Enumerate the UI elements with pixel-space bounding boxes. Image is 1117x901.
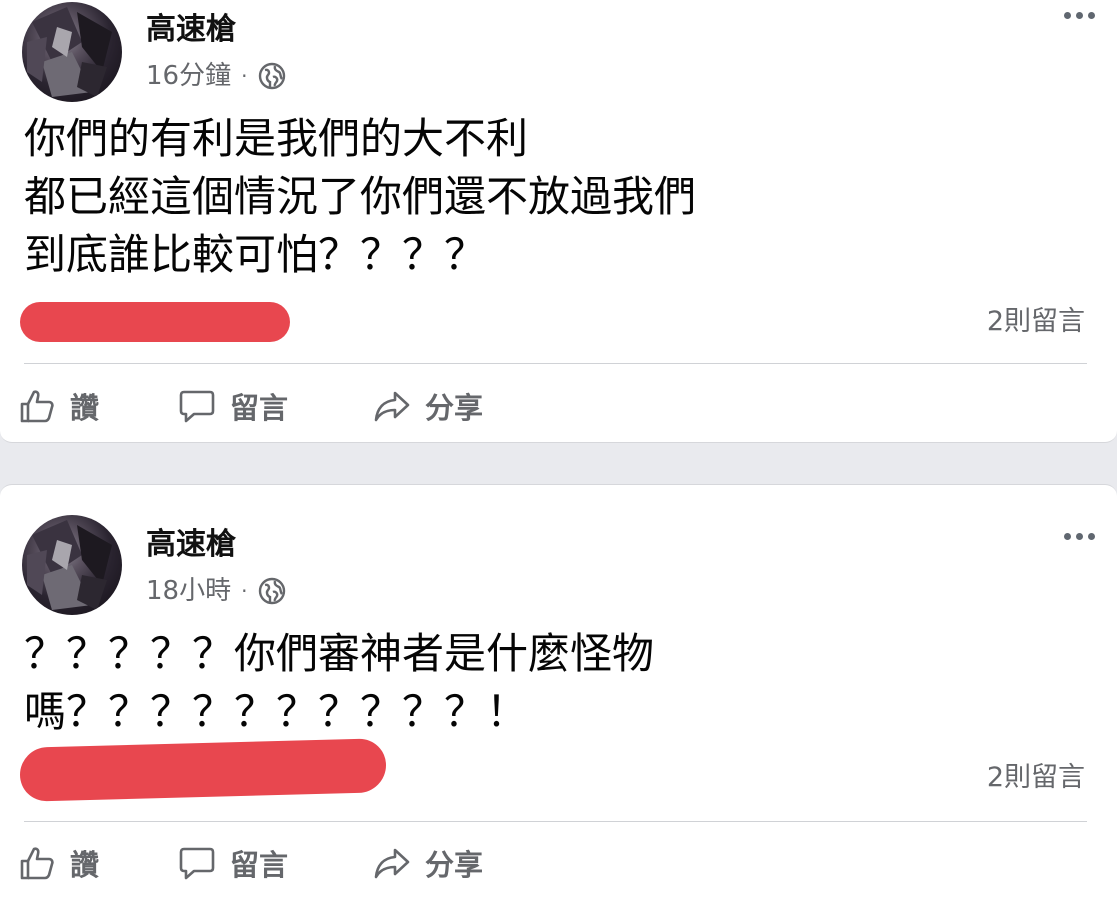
post-meta: 18小時 · <box>146 573 287 609</box>
action-bar: 讚 留言 分享 <box>18 835 483 891</box>
post-card: 高速槍 18小時 · ？？？？？你們審神者是什麼怪物 嗎？？？？？？？？？？！ … <box>0 484 1117 901</box>
post-body-line: 都已經這個情況了你們還不放過我們 <box>24 172 697 221</box>
post-body: 你們的有利是我們的大不利 都已經這個情況了你們還不放過我們 到底誰比較可怕？？？… <box>24 110 696 284</box>
comment-count[interactable]: 2則留言 <box>987 304 1085 340</box>
redaction-mark <box>20 302 290 342</box>
comment-button[interactable]: 留言 <box>178 842 373 884</box>
share-label: 分享 <box>425 848 484 882</box>
comment-count[interactable]: 2則留言 <box>987 760 1085 796</box>
post-body-line: ？？？？？你們審神者是什麼怪物 <box>24 629 655 678</box>
post-body-line: 到底誰比較可怕？？？？ <box>24 230 487 279</box>
like-label: 讚 <box>70 848 100 882</box>
more-options-button[interactable] <box>1064 12 1095 19</box>
avatar[interactable] <box>22 515 122 615</box>
author-name[interactable]: 高速槍 <box>146 525 236 565</box>
comment-button[interactable]: 留言 <box>178 385 373 427</box>
author-name[interactable]: 高速槍 <box>146 10 236 50</box>
share-icon <box>374 848 410 879</box>
thumbs-up-icon <box>20 390 54 423</box>
more-dot-icon <box>1064 533 1071 540</box>
share-button[interactable]: 分享 <box>373 385 483 427</box>
avatar-image <box>27 520 112 610</box>
comment-icon <box>179 847 215 880</box>
more-dot-icon <box>1076 12 1083 19</box>
post-card: 高速槍 16分鐘 · 你們的有利是我們的大不利 都已經這個情況了你們還不放過我們… <box>0 0 1117 443</box>
more-dot-icon <box>1088 12 1095 19</box>
redaction-mark <box>20 738 386 802</box>
like-button[interactable]: 讚 <box>18 385 178 427</box>
post-body-line: 嗎？？？？？？？？？？！ <box>24 687 529 736</box>
share-icon <box>374 391 410 422</box>
avatar-image <box>27 7 112 97</box>
post-body: ？？？？？你們審神者是什麼怪物 嗎？？？？？？？？？？！ <box>24 625 654 741</box>
comment-icon <box>179 390 215 423</box>
post-meta: 16分鐘 · <box>146 58 287 94</box>
avatar[interactable] <box>22 2 122 102</box>
thumbs-up-icon <box>20 847 54 880</box>
post-timestamp[interactable]: 16分鐘 <box>146 58 231 94</box>
divider <box>24 821 1087 822</box>
meta-separator: · <box>241 579 248 603</box>
like-button[interactable]: 讚 <box>18 842 178 884</box>
more-options-button[interactable] <box>1064 533 1095 540</box>
comment-label: 留言 <box>230 848 289 882</box>
globe-icon <box>257 576 287 606</box>
post-timestamp[interactable]: 18小時 <box>146 573 231 609</box>
post-body-line: 你們的有利是我們的大不利 <box>24 114 529 163</box>
action-bar: 讚 留言 分享 <box>18 378 483 434</box>
more-dot-icon <box>1064 12 1071 19</box>
meta-separator: · <box>241 64 248 88</box>
comment-label: 留言 <box>230 391 289 425</box>
globe-icon <box>257 61 287 91</box>
divider <box>24 363 1087 364</box>
share-label: 分享 <box>425 391 484 425</box>
more-dot-icon <box>1088 533 1095 540</box>
share-button[interactable]: 分享 <box>373 842 483 884</box>
more-dot-icon <box>1076 533 1083 540</box>
like-label: 讚 <box>70 391 100 425</box>
